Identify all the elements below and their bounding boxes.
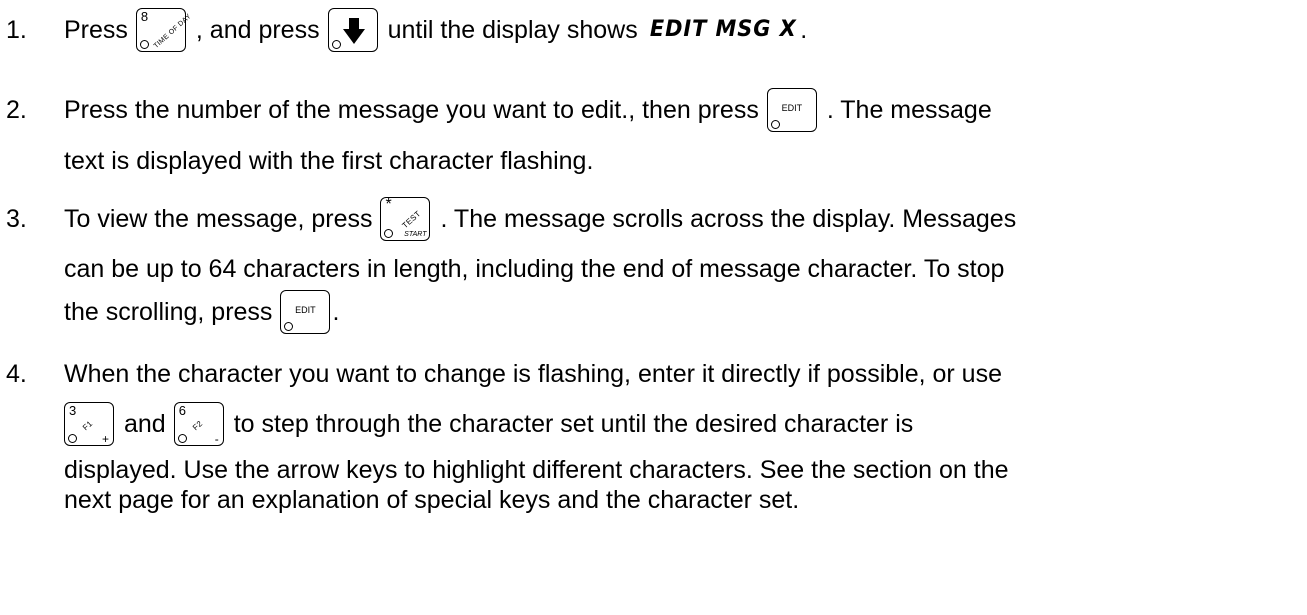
key-label: EDIT [295, 305, 316, 315]
step-text: When the character you want to change is… [64, 359, 1002, 388]
edit-key[interactable]: EDIT [766, 88, 817, 132]
f1-plus-key[interactable]: 3 F1 + [64, 402, 114, 446]
step-text: To view the message, press [64, 204, 373, 233]
step-text: can be up to 64 characters in length, in… [64, 254, 1005, 283]
step-number: 3. [6, 204, 27, 233]
step-number: 1. [6, 15, 27, 44]
down-arrow-icon [342, 18, 365, 44]
key-label: TEST [400, 209, 424, 231]
step-text: the scrolling, press [64, 297, 273, 326]
step-text: , and press [195, 15, 320, 44]
key-led-icon [139, 40, 149, 49]
key-led-icon [177, 434, 187, 443]
step-3-line-3: the scrolling, press EDIT . [64, 290, 339, 334]
step-text: until the display shows [387, 15, 638, 44]
key-led-icon [331, 40, 341, 49]
key-label: EDIT [781, 103, 803, 113]
step-2-line-2: text is displayed with the first charact… [64, 146, 593, 176]
step-text: . The message scrolls across the display… [440, 204, 1017, 233]
star-icon: * [385, 196, 392, 213]
step-4-line-3: displayed. Use the arrow keys to highlig… [64, 455, 1009, 485]
step-3-line-2: can be up to 64 characters in length, in… [64, 254, 1004, 284]
key-label: F1 [80, 418, 95, 433]
key-led-icon [68, 434, 77, 443]
display-readout: EDIT MSG X [649, 17, 797, 42]
key-sign: - [214, 432, 219, 446]
key-led-icon [770, 120, 780, 129]
step-text: . [332, 297, 340, 326]
key-led-icon [284, 322, 294, 331]
step-number: 2. [6, 95, 27, 124]
step-text: and [124, 409, 166, 438]
step-text: displayed. Use the arrow keys to highlig… [64, 455, 1009, 484]
key-label: F2 [190, 418, 205, 433]
key-sign: + [101, 432, 109, 446]
key-number: 8 [140, 9, 149, 24]
step-text: text is displayed with the first charact… [64, 146, 594, 175]
key-sub-label: START [404, 231, 427, 238]
step-4-line-2: 3 F1 + and 6 F2 - to step through the ch… [64, 402, 913, 446]
step-text: Press [64, 15, 128, 44]
key-number: 3 [69, 403, 77, 418]
step-4-line-4: next page for an explanation of special … [64, 485, 799, 515]
step-text: . [800, 15, 808, 44]
key-label: TIME OF DAY [152, 13, 193, 50]
step-text: . The message [826, 95, 992, 124]
step-text: to step through the character set until … [233, 409, 914, 438]
edit-key[interactable]: EDIT [280, 290, 331, 334]
key-number: 6 [178, 403, 186, 418]
f2-minus-key[interactable]: 6 F2 - [173, 402, 224, 446]
test-start-key[interactable]: * TEST START [380, 196, 431, 241]
down-arrow-key[interactable] [327, 8, 378, 52]
time-of-day-key[interactable]: 8 TIME OF DAY [135, 8, 193, 52]
step-number: 4. [6, 359, 27, 388]
step-text: next page for an explanation of special … [64, 485, 800, 514]
key-led-icon [384, 229, 394, 238]
step-text: Press the number of the message you want… [64, 95, 759, 124]
